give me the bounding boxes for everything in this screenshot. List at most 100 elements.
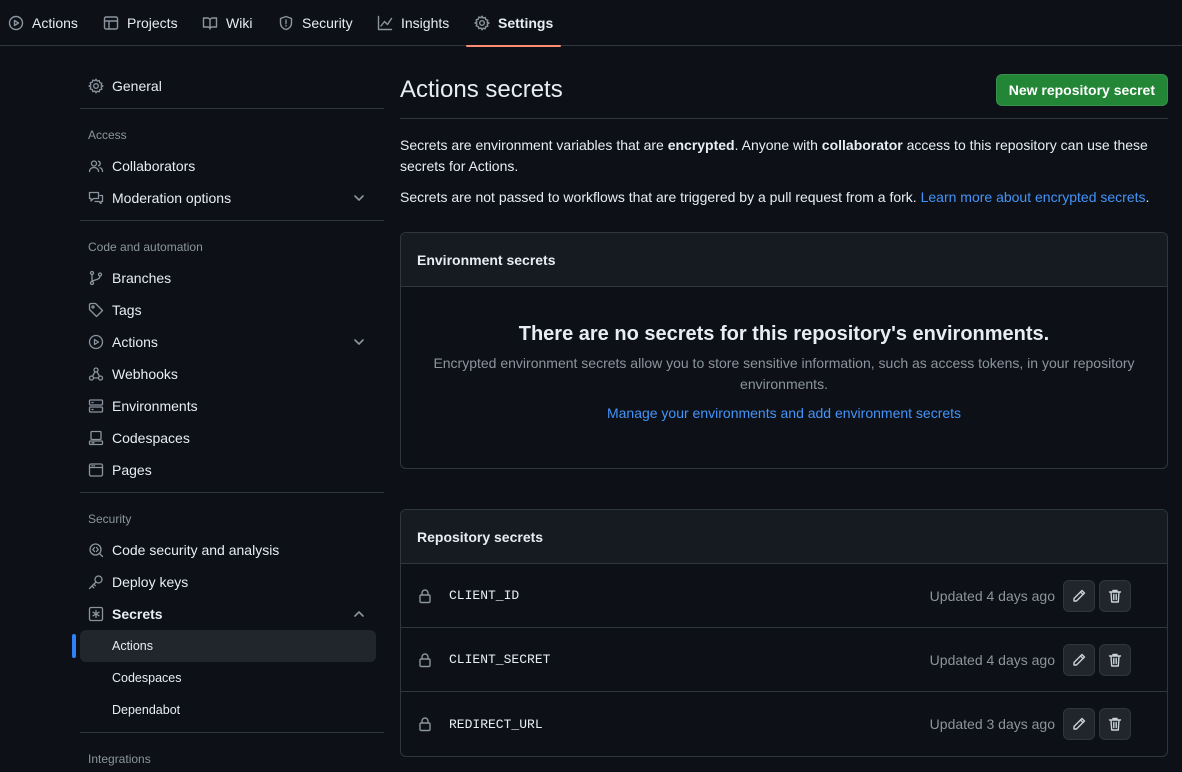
sidebar-divider: [80, 220, 384, 221]
sidebar-item-tags[interactable]: Tags: [80, 294, 384, 326]
sidebar-item-deploy-keys[interactable]: Deploy keys: [80, 566, 384, 598]
tag-icon: [88, 302, 104, 318]
secret-name: CLIENT_ID: [449, 588, 520, 603]
active-indicator: [72, 634, 76, 658]
tab-projects[interactable]: Projects: [103, 0, 178, 46]
sidebar-item-branches[interactable]: Branches: [80, 262, 384, 294]
sidebar-item-label: Webhooks: [112, 366, 178, 382]
tab-wiki[interactable]: Wiki: [202, 0, 252, 46]
environment-secrets-blankslate: There are no secrets for this repository…: [401, 323, 1167, 421]
sidebar-item-actions[interactable]: Actions: [80, 326, 384, 358]
sidebar-item-label: Collaborators: [112, 158, 196, 174]
delete-secret-button[interactable]: [1099, 644, 1131, 676]
secret-row: CLIENT_SECRET Updated 4 days ago: [401, 628, 1167, 692]
delete-secret-button[interactable]: [1099, 708, 1131, 740]
graph-icon: [377, 15, 393, 31]
pencil-icon: [1073, 653, 1086, 666]
secret-name: REDIRECT_URL: [449, 716, 543, 732]
main-content: Actions secrets New repository secret Se…: [400, 46, 1168, 772]
play-icon: [8, 15, 24, 31]
table-icon: [103, 16, 119, 30]
page-title: Actions secrets: [400, 76, 563, 103]
sidebar-item-label: Moderation options: [112, 190, 232, 206]
secret-updated: Updated 3 days ago: [929, 716, 1055, 732]
tab-label: Insights: [401, 15, 450, 31]
sidebar-subitem-secrets-actions[interactable]: Actions: [80, 630, 376, 662]
tab-label: Actions: [32, 15, 78, 31]
sidebar-item-label: Secrets: [112, 606, 163, 622]
tab-actions[interactable]: Actions: [8, 0, 78, 46]
intro-paragraph: Secrets are environment variables that a…: [400, 135, 1168, 177]
fork-note-text: Secrets are not passed to workflows that…: [400, 189, 921, 205]
sidebar-item-label: General: [112, 78, 162, 94]
trash-icon: [1108, 717, 1122, 731]
book-icon: [202, 17, 218, 30]
gear-icon: [474, 15, 490, 31]
sidebar-subitem-secrets-dependabot[interactable]: Dependabot: [80, 694, 376, 726]
sidebar-subitem-secrets-codespaces[interactable]: Codespaces: [80, 662, 376, 694]
secret-updated: Updated 4 days ago: [929, 587, 1055, 604]
tab-settings[interactable]: Settings: [465, 0, 562, 47]
sidebar-heading-access: Access: [88, 128, 127, 142]
intro-text: Secrets are environment variables that a…: [400, 137, 668, 153]
edit-secret-button[interactable]: [1063, 580, 1095, 612]
trash-icon: [1108, 653, 1122, 667]
browser-icon: [88, 463, 104, 477]
tab-label: Projects: [127, 15, 178, 31]
shield-icon: [279, 15, 293, 31]
sidebar-item-label: Code security and analysis: [112, 542, 280, 558]
sidebar-item-general[interactable]: General: [80, 70, 384, 102]
pencil-icon: [1073, 589, 1086, 602]
sidebar-item-label: Pages: [112, 462, 152, 478]
intro-text: . Anyone with: [734, 137, 822, 153]
tab-label: Settings: [498, 15, 554, 31]
sidebar-item-moderation[interactable]: Moderation options: [80, 182, 384, 214]
intro-emphasis: encrypted: [667, 137, 735, 153]
environment-secrets-header: Environment secrets: [401, 233, 1167, 287]
blankslate-description: Encrypted environment secrets allow you …: [433, 355, 1135, 392]
sidebar-item-collaborators[interactable]: Collaborators: [80, 150, 384, 182]
edit-secret-button[interactable]: [1063, 644, 1095, 676]
sidebar-heading-code: Code and automation: [88, 240, 203, 254]
sidebar-item-environments[interactable]: Environments: [80, 390, 384, 422]
manage-environments-link[interactable]: Manage your environments and add environ…: [607, 405, 961, 421]
trash-icon: [1108, 589, 1122, 603]
secret-row: REDIRECT_URL Updated 3 days ago: [401, 692, 1167, 756]
tab-insights[interactable]: Insights: [377, 0, 449, 46]
webhook-icon: [88, 367, 104, 381]
sidebar-heading-security: Security: [88, 512, 132, 526]
tab-security[interactable]: Security: [278, 0, 353, 46]
learn-more-link[interactable]: Learn more about encrypted secrets: [921, 189, 1146, 205]
repo-nav: Actions Projects Wiki Security Insights …: [0, 0, 1182, 47]
chevron-down-icon: [354, 339, 364, 345]
chevron-down-icon: [354, 195, 364, 201]
tab-label: Wiki: [226, 15, 253, 31]
sidebar-item-label: Branches: [112, 270, 172, 286]
title-divider: [400, 118, 1168, 119]
sidebar-item-label: Actions: [112, 334, 158, 350]
repository-secrets-header: Repository secrets: [401, 510, 1167, 564]
codescan-icon: [89, 543, 104, 558]
comment-discussion-icon: [88, 191, 104, 205]
secret-row: CLIENT_ID Updated 4 days ago: [401, 564, 1167, 628]
delete-secret-button[interactable]: [1099, 580, 1131, 612]
sidebar-heading-integrations: Integrations: [88, 752, 151, 766]
lock-icon: [419, 717, 431, 732]
sidebar-item-webhooks[interactable]: Webhooks: [80, 358, 384, 390]
sidebar-item-secrets[interactable]: Secrets: [80, 598, 384, 630]
server-icon: [88, 399, 104, 413]
edit-secret-button[interactable]: [1063, 708, 1095, 740]
lock-icon: [419, 589, 431, 604]
sidebar-item-pages[interactable]: Pages: [80, 454, 384, 486]
fork-note-paragraph: Secrets are not passed to workflows that…: [400, 187, 1168, 208]
chevron-up-icon: [354, 611, 364, 617]
secret-name: CLIENT_SECRET: [449, 652, 551, 667]
secret-updated: Updated 4 days ago: [929, 651, 1055, 668]
intro-emphasis: collaborator: [821, 137, 903, 153]
sidebar-divider: [80, 732, 384, 733]
sidebar-item-code-security[interactable]: Code security and analysis: [80, 534, 384, 566]
git-branch-icon: [89, 270, 103, 286]
new-repository-secret-button[interactable]: New repository secret: [995, 74, 1168, 106]
blankslate-title: There are no secrets for this repository…: [518, 323, 1050, 345]
sidebar-item-codespaces[interactable]: Codespaces: [80, 422, 384, 454]
